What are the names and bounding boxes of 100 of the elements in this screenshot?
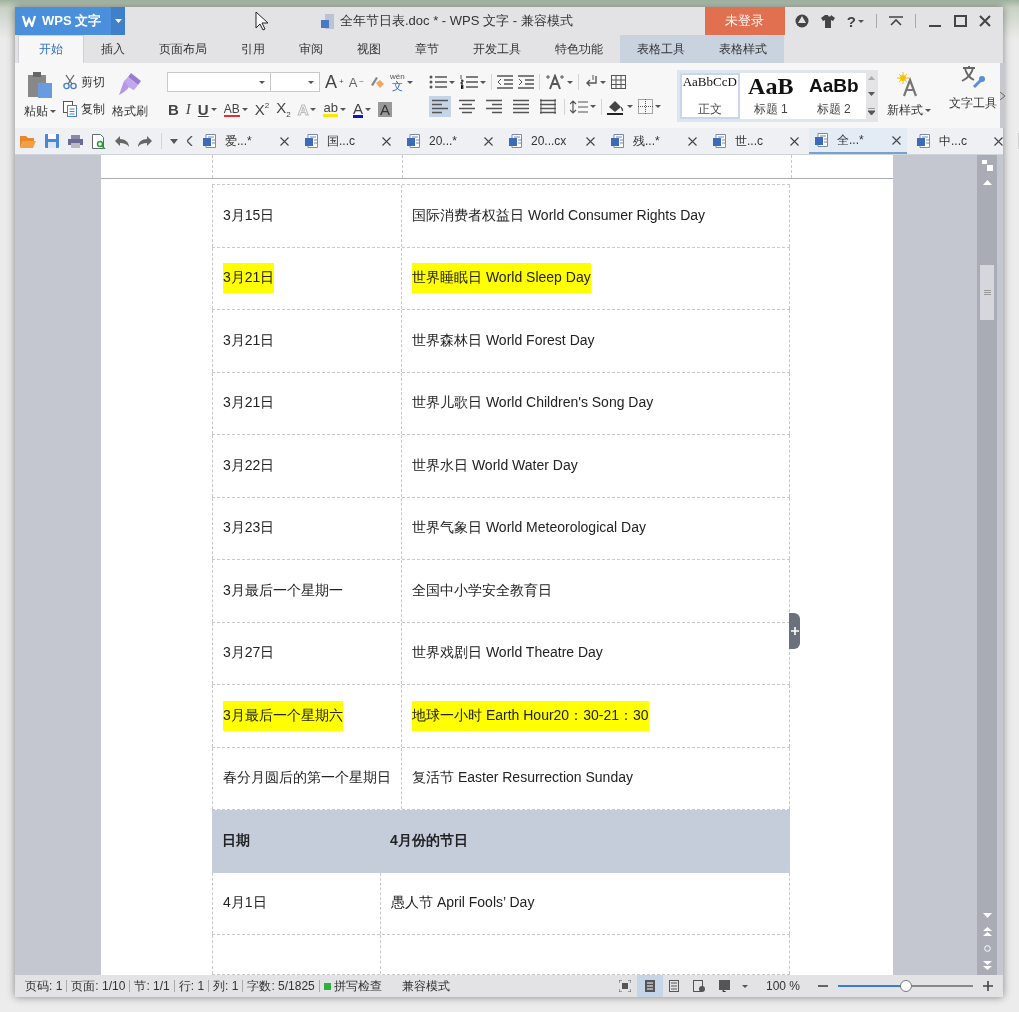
align-left-button[interactable] [428,96,451,117]
document-tab[interactable]: 中...c [911,128,1009,154]
status-text: 页面: 1/10 [70,977,127,995]
page-view-button[interactable] [636,975,663,997]
format-painter-button[interactable]: 格式刷 [109,69,151,122]
zoom-in-icon[interactable] [983,981,993,991]
copy-icon [63,101,77,117]
font-color-button[interactable]: A [351,101,372,118]
caret-icon[interactable] [406,80,413,84]
phonetic-guide-button[interactable]: wén 文 [390,72,405,92]
shirt-icon[interactable] [820,14,835,28]
caret-icon[interactable] [741,984,748,988]
ribbon-tab[interactable]: 视图 [340,35,398,63]
superscript-button[interactable]: X$^{2}$ [253,102,271,117]
window-title: 全年节日表.doc * - WPS 文字 - 兼容模式 [340,12,573,30]
borders-icon[interactable] [637,99,653,114]
document-tab[interactable]: 世...c [707,128,805,154]
save-icon[interactable] [45,134,59,148]
app-dropdown-button[interactable] [111,7,125,35]
zoom-slider-thumb[interactable] [899,980,912,992]
ribbon-tab[interactable]: 开发工具 [456,35,538,63]
scroll-up-icon [868,75,876,80]
text-tools-button[interactable]: 文字工具 [945,63,1000,128]
bullet-list-icon[interactable] [428,75,447,89]
table-cell-text: 世界儿歌日 World Children's Song Day [412,393,654,413]
printer-icon[interactable] [68,134,83,148]
document-tab[interactable]: 残...* [605,128,703,154]
outline-view-icon[interactable] [668,980,679,992]
add-row-button[interactable] [789,613,800,649]
close-icon[interactable] [994,136,1003,146]
text-size-icon[interactable] [544,74,565,90]
character-shading-button[interactable]: A [376,102,393,117]
scrollbar-thumb[interactable] [980,265,994,320]
eraser-icon[interactable] [369,74,386,90]
ribbon-scroll-button[interactable] [999,63,1005,128]
document-tab[interactable]: 国...c [299,128,397,154]
caret-icon[interactable] [479,80,486,84]
print-preview-icon[interactable] [92,133,106,149]
document-tab[interactable]: 20...* [401,128,499,154]
document-tab[interactable]: 爱...* [197,128,295,154]
style-preset[interactable]: AaBbCcD 正文 [679,72,740,119]
grow-font-button[interactable]: A$^{+}$ [325,73,344,91]
close-icon[interactable] [790,136,799,146]
close-icon[interactable] [280,136,289,146]
cut-button[interactable]: 剪切 [63,73,105,91]
close-icon[interactable] [586,136,595,146]
ribbon-tab[interactable]: 页面布局 [142,35,224,63]
paste-button[interactable]: 粘贴 [21,69,59,122]
dropdown-icon[interactable] [170,138,178,144]
close-icon[interactable] [892,135,901,145]
caret-icon[interactable] [654,105,661,108]
document-tab[interactable]: 20...cx [503,128,601,154]
maximize-icon[interactable] [954,15,967,27]
caret-icon[interactable] [448,80,455,84]
close-icon[interactable] [979,15,991,27]
style-preset[interactable]: AaB 标题 1 [739,72,802,119]
caret-icon[interactable] [626,105,633,108]
ribbon-tab[interactable]: 表格工具 [620,35,702,63]
close-icon[interactable] [484,136,493,146]
caret-icon[interactable] [308,80,314,84]
caret-icon[interactable] [259,80,265,84]
web-view-icon[interactable] [692,980,705,992]
shrink-font-button[interactable]: A$^{−}$ [348,75,365,89]
caret-icon[interactable] [589,105,596,108]
paint-bucket-icon[interactable] [606,98,625,115]
ribbon-tab[interactable]: 表格样式 [702,35,784,63]
reading-view-icon[interactable] [718,980,731,992]
chevron-left-icon[interactable] [187,136,193,146]
decrease-indent-icon[interactable] [496,75,513,89]
table-grid-icon[interactable] [610,75,626,89]
copy-button[interactable]: 复制 [63,100,105,118]
ribbon-tab[interactable]: 插入 [84,35,142,63]
ribbon-tab[interactable]: 特色功能 [538,35,620,63]
highlight-button[interactable]: ab [322,102,347,117]
full-screen-icon[interactable] [618,980,631,992]
close-icon[interactable] [688,136,697,146]
subscript-button[interactable]: X$_{2}$ [275,100,292,119]
caret-icon[interactable] [566,80,573,84]
caret-icon[interactable] [599,80,606,84]
line-spacing-icon[interactable] [569,99,588,114]
spell-check-button[interactable]: 拼写检查 [319,977,386,995]
italic-button[interactable]: I [184,102,192,117]
new-style-button[interactable]: 新样式 [883,70,934,121]
increase-indent-icon[interactable] [517,75,534,89]
skin-icon[interactable] [794,14,809,28]
help-button[interactable]: ? [846,12,864,30]
redo-icon[interactable] [138,135,152,147]
strikethrough-button[interactable]: AB [222,102,249,117]
style-preset[interactable]: AaBb 标题 2 [801,72,866,119]
ribbon-tab[interactable]: 审阅 [282,35,340,63]
collapse-ribbon-icon[interactable] [889,16,903,26]
ribbon-tab[interactable]: 开始 [18,35,84,63]
document-tab[interactable]: 全...* [809,128,907,154]
numbered-list-icon[interactable] [459,75,478,89]
ribbon-tab[interactable]: 章节 [398,35,456,63]
underline-button[interactable]: U [196,102,218,117]
undo-icon[interactable] [115,135,129,147]
bold-button[interactable]: B [167,102,180,117]
close-icon[interactable] [382,136,391,146]
ribbon-tab[interactable]: 引用 [224,35,282,63]
